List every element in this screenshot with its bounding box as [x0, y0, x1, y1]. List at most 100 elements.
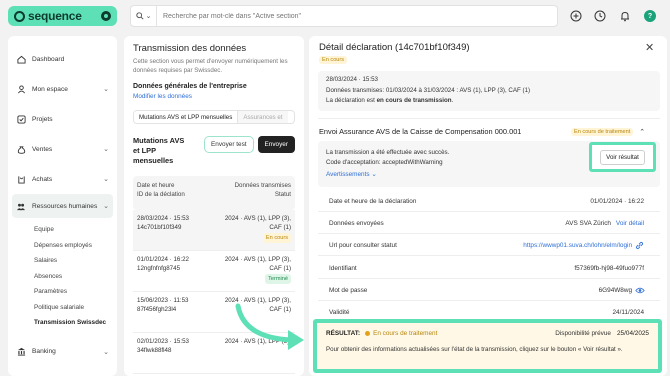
result-text: Pour obtenir des informations actualisée… — [326, 346, 623, 353]
declaration-state: La déclaration est en cours de transmiss… — [326, 96, 652, 107]
result-label: RÉSULTAT: — [326, 330, 361, 337]
sidebar-item-label: Achats — [32, 175, 53, 183]
logo-mark-icon — [14, 10, 25, 22]
sidebar-subitem-salaires[interactable]: Salaires — [8, 253, 117, 269]
sidebar-item-label: Ventes — [32, 145, 53, 153]
money-bag-icon — [16, 144, 26, 154]
status-badge: Terminé — [265, 273, 291, 285]
sidebar-item-dashboard[interactable]: Dashboard — [8, 44, 117, 74]
logo-text: sequence — [28, 9, 82, 23]
sidebar-item-label: Banking — [32, 348, 56, 355]
row-data: 2024 · AVS (1), LPP (3), — [224, 256, 291, 263]
logo-toggle-icon[interactable] — [101, 11, 111, 21]
field-value: f57369fb-hj98-49fuo977f — [574, 265, 644, 272]
tab-mutations-avs-lpp[interactable]: Mutations AVS et LPP mensuelles — [134, 111, 239, 123]
bank-icon — [16, 347, 26, 357]
field-label: Url pour consulter statut — [329, 242, 397, 249]
chevron-down-icon: ⌄ — [103, 146, 109, 153]
search-bar[interactable]: ⌄ — [130, 5, 558, 27]
sidebar-subitem-transmission[interactable]: Transmission Swissdec — [8, 315, 117, 331]
mutations-title: Mutations AVS et LPP mensuelles — [133, 136, 184, 166]
tab-assurances[interactable]: Assurances et — [238, 111, 288, 123]
link-icon[interactable] — [635, 241, 644, 252]
sidebar-subitem-equipe[interactable]: Equipe — [8, 222, 117, 238]
chevron-down-icon: ⌄ — [103, 203, 109, 210]
row-data-cont: CAF (1) — [269, 223, 291, 231]
detail-title: Détail déclaration (14c701bf10f349) — [319, 42, 470, 53]
status-badge: En cours — [262, 232, 291, 244]
row-data-cont: CAF (1) — [269, 264, 291, 272]
result-status: En cours de traitement — [373, 330, 438, 337]
column-header-data: Données transmises — [234, 182, 291, 189]
sidebar-item-mon-espace[interactable]: Mon espace ⌄ — [8, 74, 117, 104]
table-row[interactable]: 28/03/2024 · 15:53 14c701bf10f349 2024 ·… — [133, 210, 295, 251]
field-label: Données envoyées — [329, 220, 384, 227]
warnings-label: Avertissements — [326, 171, 370, 178]
field-value: AVS SVA Zürich — [565, 220, 611, 227]
bell-icon[interactable] — [619, 10, 631, 22]
search-input[interactable] — [157, 12, 537, 20]
sidebar-item-label: Ressources humaines — [32, 202, 98, 210]
sidebar-item-projets[interactable]: Projets — [8, 104, 117, 134]
clock-icon[interactable] — [594, 10, 606, 22]
table-header: Date et heure ID de la déclation Données… — [133, 176, 295, 210]
add-icon[interactable] — [570, 10, 582, 22]
sidebar-item-ressources-humaines[interactable]: Ressources humaines ⌄ — [12, 194, 113, 218]
company-heading: Données générales de l'entreprise — [133, 83, 247, 90]
mutations-title-line: Mutations AVS — [133, 136, 185, 145]
divider — [318, 118, 660, 119]
declaration-transmitted: Données transmises: 01/03/2024 à 31/03/2… — [326, 86, 531, 94]
declaration-info: 28/03/2024 · 15:53 Données transmises: 0… — [318, 71, 660, 111]
declaration-datetime: 28/03/2024 · 15:53 — [326, 76, 378, 83]
sidebar: Dashboard Mon espace ⌄ Projets Ventes ⌄ … — [8, 36, 117, 376]
chevron-up-icon[interactable]: ⌃ — [639, 128, 645, 136]
status-url-link[interactable]: https://wwwp01.suva.ch/lohn/elm/login — [523, 242, 632, 249]
chevron-down-icon: ⌄ — [103, 176, 109, 183]
sidebar-subitem-parametres[interactable]: Paramètres — [8, 284, 117, 300]
sidebar-item-label: Dashboard — [32, 55, 65, 63]
chevron-down-icon: ⌄ — [103, 86, 109, 93]
check-square-icon — [16, 114, 26, 124]
send-test-button[interactable]: Envoyer test — [204, 136, 254, 153]
voir-detail-link[interactable]: Voir détail — [616, 220, 644, 227]
row-data: 2024 · AVS (1), LPP (3), — [224, 215, 291, 222]
divider — [318, 300, 660, 301]
arrow-annotation-icon — [235, 303, 304, 350]
availability-label: Disponibilité prévue — [555, 330, 611, 337]
status-badge: En cours de traitement — [571, 128, 634, 136]
section-title[interactable]: Envoi Assurance AVS de la Caisse de Comp… — [319, 127, 521, 136]
divider — [318, 278, 660, 279]
availability-date: 25/04/2025 — [617, 330, 649, 337]
mutations-title-line: et LPP — [133, 146, 156, 155]
cart-icon — [16, 174, 26, 184]
sidebar-item-achats[interactable]: Achats ⌄ — [8, 164, 117, 194]
chevron-down-icon: ⌄ — [371, 171, 377, 178]
sidebar-item-banking[interactable]: Banking ⌄ — [8, 337, 117, 367]
sidebar-item-ventes[interactable]: Ventes ⌄ — [8, 134, 117, 164]
sidebar-subitem-depenses[interactable]: Dépenses employés — [8, 238, 117, 254]
eye-icon[interactable] — [635, 286, 645, 297]
field-label: Identifiant — [329, 265, 357, 272]
send-button[interactable]: Envoyer — [257, 136, 295, 153]
status-badge: En cours — [319, 56, 348, 64]
divider — [318, 255, 660, 256]
divider — [318, 211, 660, 212]
sidebar-subitem-absences[interactable]: Absences — [8, 269, 117, 285]
field-label: Validité — [329, 309, 350, 316]
chevron-down-icon: ⌄ — [145, 13, 152, 20]
page-description: Cette section vous permet d'envoyer numé… — [133, 58, 288, 74]
mutations-title-line: mensuelles — [133, 156, 174, 165]
sidebar-subitem-politique[interactable]: Politique salariale — [8, 300, 117, 316]
sequence-logo[interactable]: sequence — [8, 6, 117, 26]
user-icon — [16, 84, 26, 94]
table-row[interactable]: 01/01/2024 · 16:22 12ngfnfnfg8745 2024 ·… — [133, 251, 295, 292]
status-dot-icon — [365, 331, 371, 336]
field-value: 01/01/2024 · 16:22 — [590, 198, 644, 205]
search-scope-dropdown[interactable]: ⌄ — [131, 6, 157, 26]
help-icon[interactable]: ? — [644, 10, 656, 22]
edit-company-link[interactable]: Modifier les données — [133, 93, 295, 100]
field-value: 24/11/2024 — [612, 309, 644, 316]
voir-resultat-button[interactable]: Voir résultat — [600, 149, 645, 165]
close-icon[interactable]: ✕ — [645, 41, 654, 54]
tab-bar: Mutations AVS et LPP mensuelles Assuranc… — [133, 110, 295, 124]
